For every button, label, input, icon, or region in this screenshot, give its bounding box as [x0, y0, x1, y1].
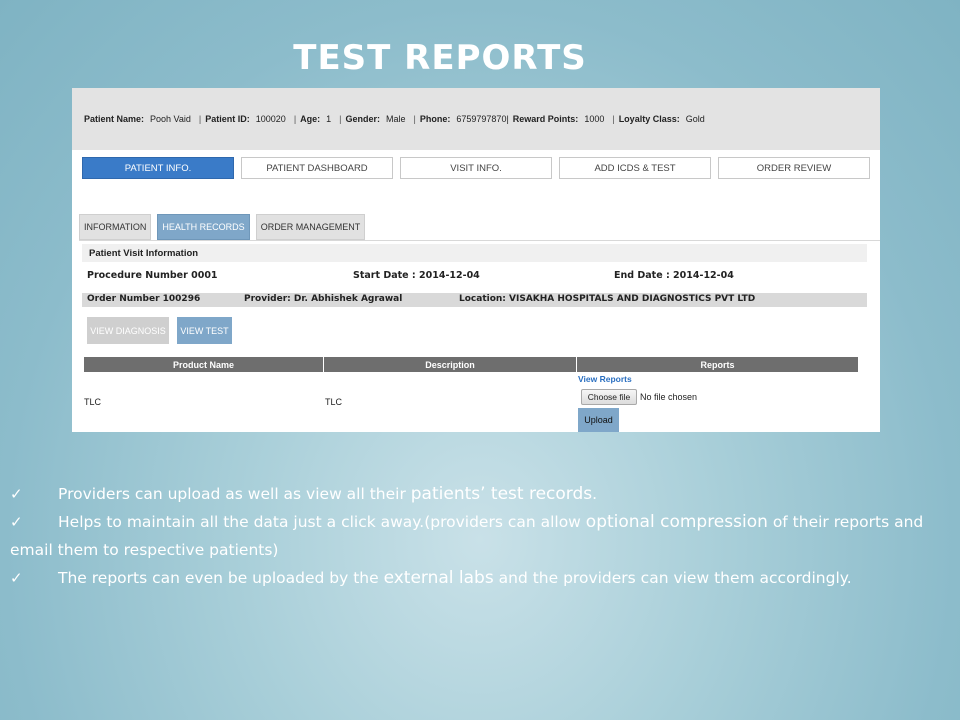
- visit-info-header: Patient Visit Information: [82, 244, 867, 262]
- patient-name-field: Patient Name: Pooh Vaid |: [84, 114, 202, 124]
- tab-patient-dashboard[interactable]: PATIENT DASHBOARD: [241, 157, 393, 179]
- slide-title: TEST REPORTS: [293, 38, 587, 78]
- table-header: Product Name Description Reports: [84, 357, 858, 372]
- tab-health-records[interactable]: HEALTH RECORDS: [157, 214, 250, 240]
- product-name-cell: TLC: [84, 397, 102, 407]
- check-icon: ✓: [10, 513, 23, 531]
- patient-gender-field: Gender: Male |: [345, 114, 416, 124]
- patient-id-field: Patient ID: 100020 |: [205, 114, 297, 124]
- column-header-description: Description: [324, 357, 577, 372]
- column-header-reports: Reports: [700, 359, 735, 370]
- tab-order-review[interactable]: ORDER REVIEW: [718, 157, 870, 179]
- file-status-text: No file chosen: [640, 392, 698, 402]
- bullet-item: ✓ Helps to maintain all the data just a c…: [10, 508, 950, 564]
- end-date: End Date : 2014-12-04: [614, 270, 734, 281]
- tab-information[interactable]: INFORMATION: [79, 214, 152, 240]
- choose-file-button[interactable]: Choose file: [581, 389, 637, 405]
- upload-button[interactable]: Upload: [578, 408, 619, 432]
- tab-visit-info[interactable]: VISIT INFO.: [400, 157, 552, 179]
- bullet-item: ✓ Providers can upload as well as view al…: [10, 480, 950, 508]
- reports-table: Product Name Description Reports: [84, 357, 858, 372]
- patient-phone-field: Phone: 6759797870|: [419, 114, 509, 124]
- patient-age-field: Age: 1 |: [300, 114, 342, 124]
- start-date: Start Date : 2014-12-04: [353, 270, 480, 281]
- patient-info-bar: Patient Name: Pooh Vaid | Patient ID: 10002…: [72, 88, 880, 150]
- loyalty-class-field: Loyalty Class: Gold: [618, 114, 705, 124]
- view-test-button[interactable]: VIEW TEST: [177, 317, 232, 344]
- check-icon: ✓: [10, 569, 23, 587]
- provider-name: Provider: Dr. Abhishek Agrawal: [244, 294, 403, 304]
- subtab-divider: [79, 240, 880, 241]
- feature-bullets: ✓ Providers can upload as well as view al…: [10, 480, 950, 592]
- app-screenshot: Patient Name: Pooh Vaid | Patient ID: 10002…: [72, 88, 880, 432]
- check-icon: ✓: [10, 485, 23, 503]
- order-number: Order Number 100296: [87, 294, 201, 304]
- view-reports-link[interactable]: View Reports: [578, 374, 632, 384]
- tab-patient-info[interactable]: PATIENT INFO.: [82, 157, 234, 179]
- sub-tabs: INFORMATION HEALTH RECORDS ORDER MANAGEM…: [79, 214, 366, 240]
- location: Location: VISAKHA HOSPITALS AND DIAGNOST…: [459, 294, 756, 304]
- view-diagnosis-button[interactable]: VIEW DIAGNOSIS: [87, 317, 169, 344]
- column-header-product: Product Name: [84, 357, 324, 372]
- procedure-number: Procedure Number 0001: [87, 270, 218, 281]
- main-nav-tabs: PATIENT INFO. PATIENT DASHBOARD VISIT IN…: [82, 157, 870, 179]
- order-info-bar: Order Number 100296 Provider: Dr. Abhish…: [82, 293, 867, 307]
- tab-order-management[interactable]: ORDER MANAGEMENT: [255, 214, 366, 240]
- tab-add-icds-test[interactable]: ADD ICDS & TEST: [559, 157, 711, 179]
- bullet-item: ✓ The reports can even be uploaded by the…: [10, 564, 950, 592]
- reward-points-field: Reward Points: 1000 |: [512, 114, 615, 124]
- description-cell: TLC: [325, 397, 343, 407]
